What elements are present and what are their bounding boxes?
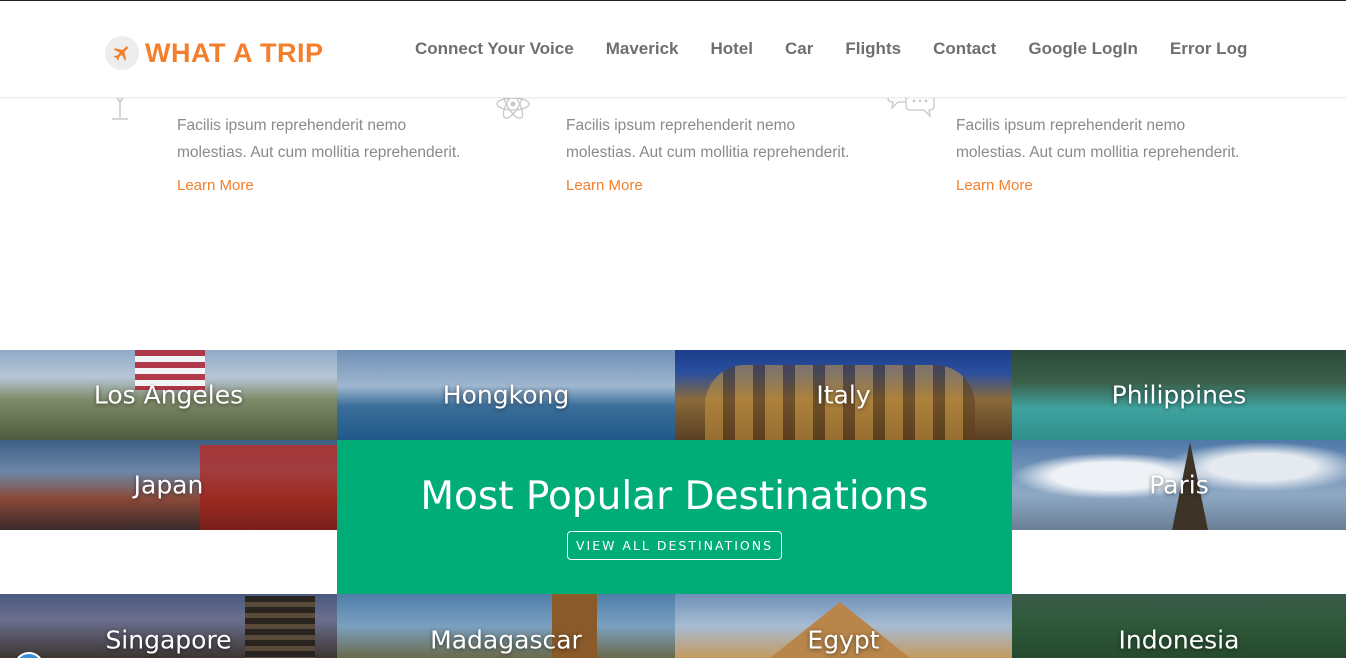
nav-contact[interactable]: Contact — [933, 39, 996, 59]
feature-description: Facilis ipsum reprehenderit nemo molesti… — [566, 117, 850, 161]
destination-name: Madagascar — [430, 625, 582, 655]
destination-name: Paris — [1149, 470, 1209, 500]
nav-maverick[interactable]: Maverick — [606, 39, 679, 59]
destination-tile-italy[interactable]: Italy — [675, 350, 1012, 440]
nav-error-log[interactable]: Error Log — [1170, 39, 1247, 59]
destination-tile-madagascar[interactable]: Madagascar — [337, 594, 675, 658]
destination-name: Egypt — [807, 625, 880, 655]
destination-tile-philippines[interactable]: Philippines — [1012, 350, 1346, 440]
learn-more-link[interactable]: Learn More — [566, 177, 643, 194]
brand-name: WHAT A TRIP — [145, 37, 324, 68]
destination-tile-japan[interactable]: Japan — [0, 440, 337, 530]
nav-connect-your-voice[interactable]: Connect Your Voice — [415, 39, 574, 59]
destination-tile-paris[interactable]: Paris — [1012, 440, 1346, 530]
destination-name: Indonesia — [1118, 625, 1240, 655]
site-header: WHAT A TRIP Connect Your Voice Maverick … — [0, 0, 1346, 98]
nav-google-login[interactable]: Google LogIn — [1028, 39, 1138, 59]
nav-flights[interactable]: Flights — [845, 39, 901, 59]
popular-destinations-panel: Most Popular Destinations VIEW ALL DESTI… — [337, 440, 1012, 594]
destination-name: Los Angeles — [93, 380, 244, 410]
destination-name: Hongkong — [442, 380, 570, 410]
main-nav: Connect Your Voice Maverick Hotel Car Fl… — [415, 39, 1279, 59]
destination-name: Italy — [816, 380, 871, 410]
learn-more-link[interactable]: Learn More — [956, 177, 1033, 194]
feature-description: Facilis ipsum reprehenderit nemo molesti… — [177, 117, 461, 161]
destination-name: Japan — [133, 470, 204, 500]
destination-name: Singapore — [105, 625, 232, 655]
destination-tile-egypt[interactable]: Egypt — [675, 594, 1012, 658]
view-all-destinations-button[interactable]: VIEW ALL DESTINATIONS — [566, 531, 783, 560]
destination-name: Philippines — [1111, 380, 1247, 410]
feature-description: Facilis ipsum reprehenderit nemo molesti… — [956, 117, 1240, 161]
destination-tile-los-angeles[interactable]: Los Angeles — [0, 350, 337, 440]
popular-destinations-title: Most Popular Destinations — [420, 474, 929, 519]
site-logo[interactable]: WHAT A TRIP — [105, 36, 323, 70]
destination-tile-hongkong[interactable]: Hongkong — [337, 350, 675, 440]
nav-hotel[interactable]: Hotel — [710, 39, 753, 59]
destination-tile-singapore[interactable]: Singapore — [0, 594, 337, 658]
destination-tile-indonesia[interactable]: Indonesia — [1012, 594, 1346, 658]
learn-more-link[interactable]: Learn More — [177, 177, 254, 194]
nav-car[interactable]: Car — [785, 39, 813, 59]
airplane-icon — [105, 36, 139, 70]
